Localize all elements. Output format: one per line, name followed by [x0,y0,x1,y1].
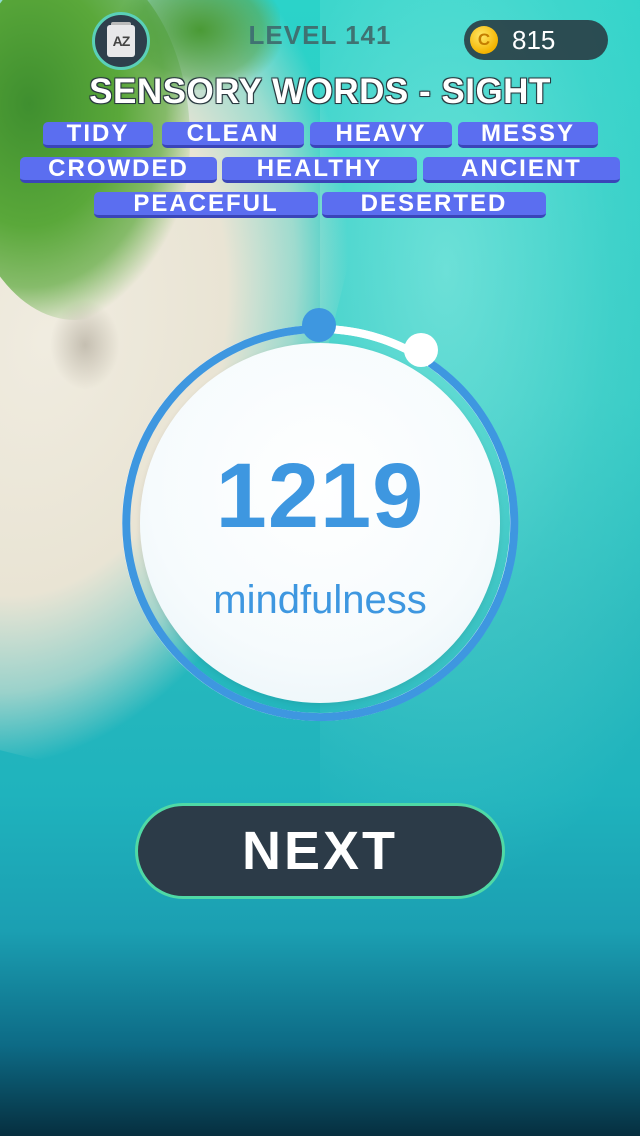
score-label: mindfulness [213,578,427,622]
coin-icon: C [470,26,498,54]
score-value: 1219 [215,445,425,547]
word-chip: MESSY [458,121,598,148]
progress-knob-next [404,333,438,367]
progress-knob-current [302,308,336,342]
word-chip: ANCIENT [423,156,620,183]
next-button[interactable]: NEXT [135,803,505,899]
word-chip: CROWDED [20,156,217,183]
dictionary-icon-text: AZ [112,33,131,49]
coin-counter[interactable]: C 815 [464,20,608,60]
coin-count: 815 [512,25,556,55]
category-title: SENSORY WORDS - SIGHT [89,72,551,111]
word-chip: TIDY [43,121,153,148]
word-chip: PEACEFUL [94,191,318,218]
word-chip: DESERTED [322,191,546,218]
word-chip: HEAVY [310,121,452,148]
palm-shadow [50,300,120,390]
level-label: LEVEL 141 [248,20,392,50]
word-chip: CLEAN [162,121,304,148]
coin-icon-symbol: C [477,30,491,49]
word-chip: HEALTHY [222,156,417,183]
dictionary-button[interactable]: AZ [92,12,150,70]
dictionary-icon: AZ [107,22,135,57]
